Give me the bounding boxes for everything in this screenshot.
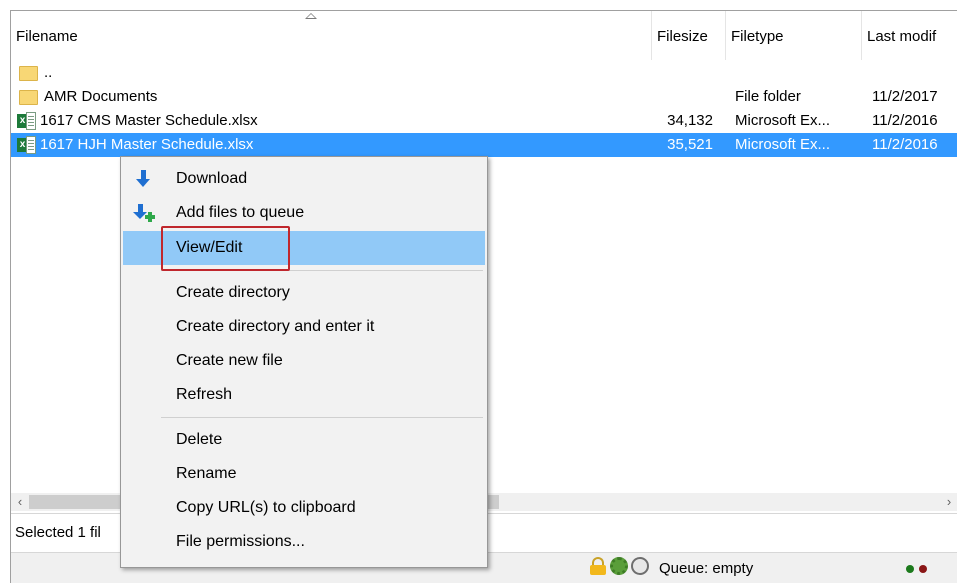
- file-name: ..: [44, 64, 53, 81]
- lock-icon[interactable]: [589, 557, 607, 575]
- menu-item-add-to-queue[interactable]: Add files to queue: [123, 196, 485, 230]
- selection-status-text: Selected 1 fil: [15, 524, 101, 541]
- menu-item-file-permissions[interactable]: File permissions...: [123, 525, 485, 559]
- file-date: 11/2/2016: [872, 136, 938, 153]
- annotation-highlight-box: [161, 226, 290, 271]
- gear-icon[interactable]: [610, 557, 628, 575]
- table-row-parent-directory[interactable]: ..: [11, 61, 957, 85]
- file-date: 11/2/2017: [872, 88, 938, 105]
- file-type: Microsoft Ex...: [735, 112, 831, 129]
- download-arrow-icon: [135, 170, 153, 188]
- file-list: .. AMR Documents File folder 11/2/2017 x…: [11, 61, 957, 157]
- file-size: 34,132: [667, 112, 713, 129]
- file-type: File folder: [735, 88, 801, 105]
- file-size: 35,521: [667, 136, 713, 153]
- menu-item-rename[interactable]: Rename: [123, 457, 485, 491]
- file-name: 1617 CMS Master Schedule.xlsx: [40, 112, 258, 129]
- menu-item-create-directory-enter[interactable]: Create directory and enter it: [123, 310, 485, 344]
- scroll-right-icon[interactable]: ›: [940, 493, 957, 511]
- menu-item-create-new-file[interactable]: Create new file: [123, 344, 485, 378]
- green-status-led-icon: [906, 565, 914, 573]
- folder-icon: [19, 65, 38, 81]
- red-status-led-icon: [919, 565, 927, 573]
- add-to-queue-icon: [133, 204, 155, 222]
- menu-item-copy-url[interactable]: Copy URL(s) to clipboard: [123, 491, 485, 525]
- menu-item-create-directory[interactable]: Create directory: [123, 276, 485, 310]
- file-date: 11/2/2016: [872, 112, 938, 129]
- queue-status[interactable]: Queue: empty: [659, 553, 753, 583]
- speed-limit-icon[interactable]: [631, 557, 649, 575]
- table-row-amr-documents[interactable]: AMR Documents File folder 11/2/2017: [11, 85, 957, 109]
- file-type: Microsoft Ex...: [735, 136, 831, 153]
- folder-icon: [19, 89, 38, 105]
- table-row-cms-schedule[interactable]: x 1617 CMS Master Schedule.xlsx 34,132 M…: [11, 109, 957, 133]
- column-header-last-modified[interactable]: Last modif: [862, 11, 957, 60]
- file-context-menu: Download Add files to queue View/Edit Cr…: [120, 156, 488, 568]
- scroll-left-icon[interactable]: ‹: [11, 493, 29, 511]
- column-header-filesize[interactable]: Filesize: [652, 11, 726, 60]
- sort-up-icon: [305, 13, 317, 19]
- file-name: 1617 HJH Master Schedule.xlsx: [40, 136, 254, 153]
- excel-file-icon: x: [17, 136, 36, 154]
- file-size: [651, 85, 713, 109]
- column-header-filetype[interactable]: Filetype: [726, 11, 861, 60]
- file-name: AMR Documents: [44, 88, 158, 105]
- excel-file-icon: x: [17, 112, 36, 130]
- file-list-header: Filename Filesize Filetype Last modif: [11, 11, 957, 60]
- column-header-filename[interactable]: Filename: [11, 11, 651, 60]
- menu-item-refresh[interactable]: Refresh: [123, 378, 485, 412]
- menu-separator: [161, 417, 483, 418]
- menu-item-delete[interactable]: Delete: [123, 423, 485, 457]
- menu-item-download[interactable]: Download: [123, 162, 485, 196]
- table-row-hjh-schedule-selected[interactable]: x 1617 HJH Master Schedule.xlsx 35,521 M…: [11, 133, 957, 157]
